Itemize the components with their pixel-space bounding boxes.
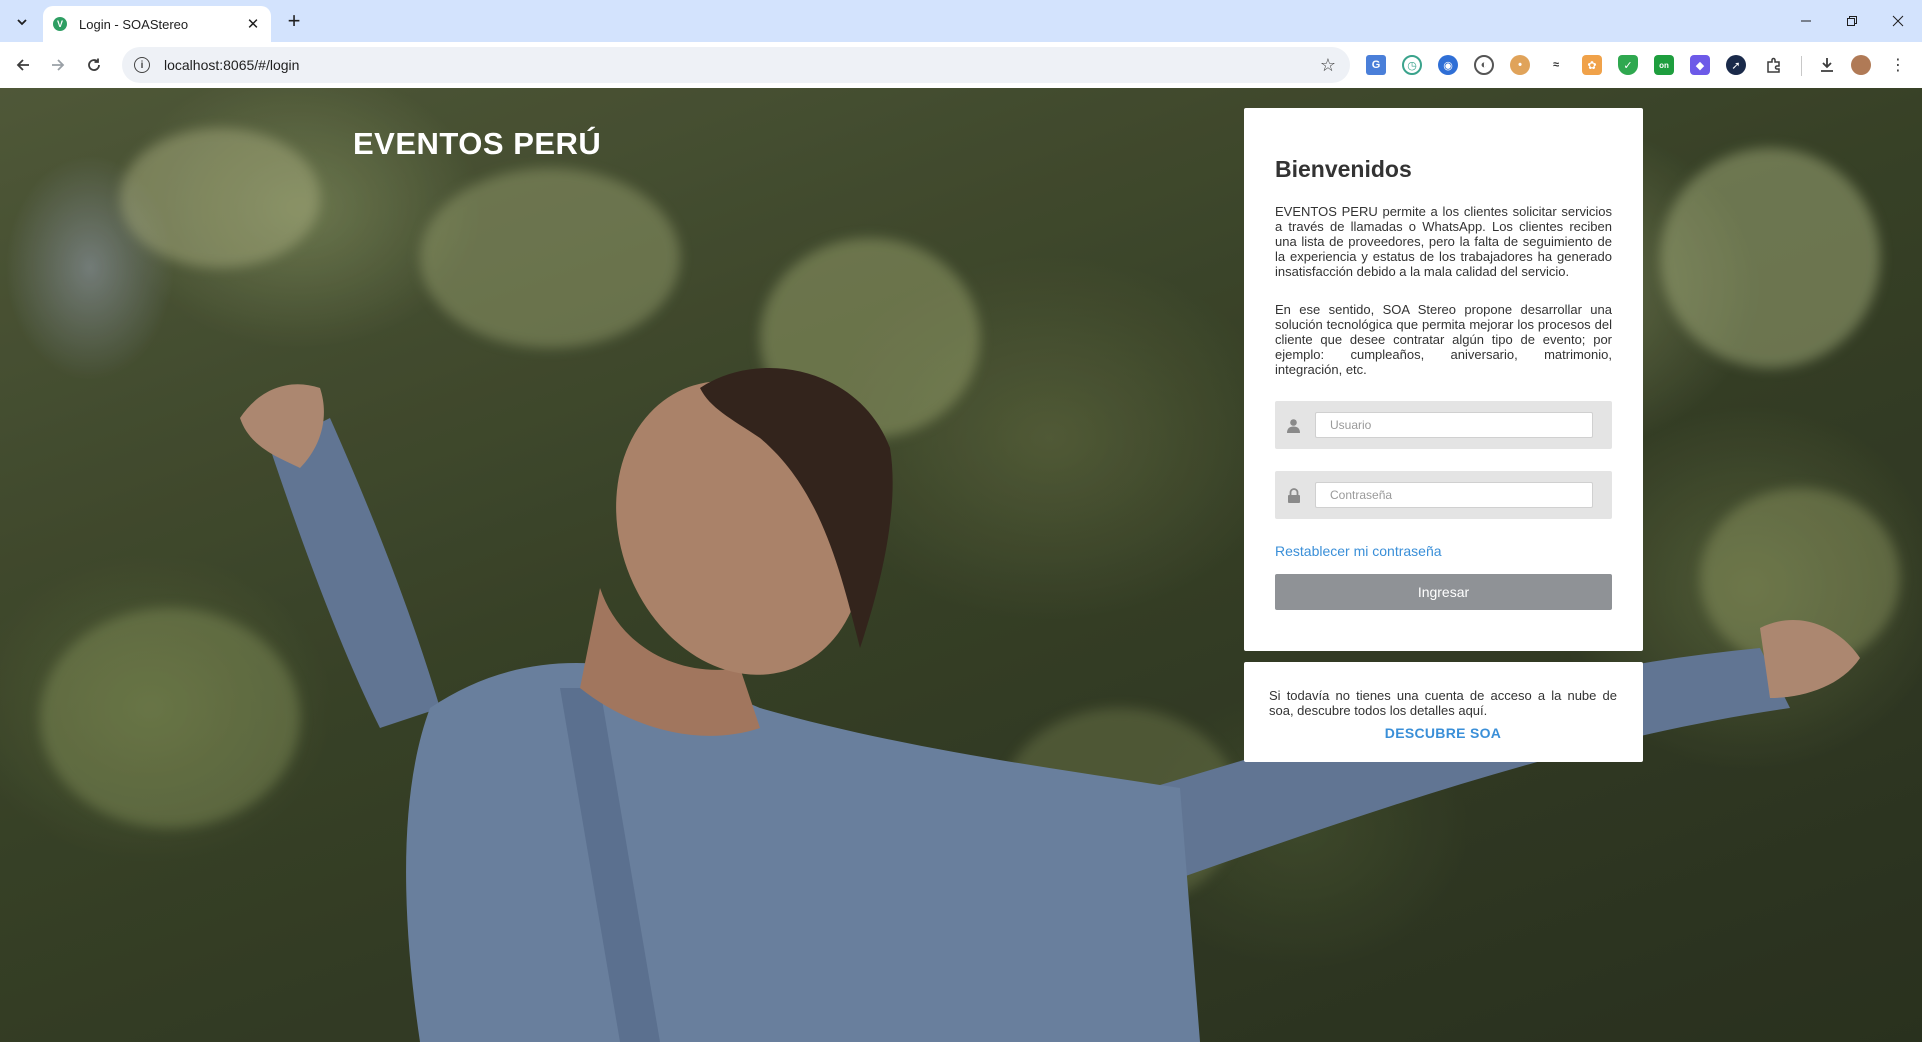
tab-close-icon[interactable]: ✕ [243,14,263,34]
chevron-down-icon [17,19,27,26]
close-window-button[interactable] [1875,0,1921,42]
signup-text: Si todavía no tienes una cuenta de acces… [1269,688,1617,718]
tab-title: Login - SOAStereo [79,16,189,32]
close-icon [1892,15,1904,27]
puzzle-icon[interactable] [1762,53,1786,77]
downloads-icon[interactable] [1815,53,1839,77]
login-card: Bienvenidos EVENTOS PERU permite a los c… [1244,108,1643,651]
welcome-heading: Bienvenidos [1275,156,1412,182]
browser-tabstrip: V Login - SOAStereo ✕ + [0,0,1922,42]
minimize-icon [1801,20,1811,22]
login-button[interactable]: Ingresar [1275,574,1612,610]
clock-icon[interactable]: ◷ [1402,55,1422,75]
signup-card: Si todavía no tienes una cuenta de acces… [1244,662,1643,762]
arrow-left-icon [16,59,29,71]
login-page: EVENTOS PERÚ Bienvenidos EVENTOS PERU pe… [0,88,1922,1042]
restore-icon [1847,16,1857,26]
shoe-icon[interactable]: ≈ [1546,55,1566,75]
brand-title: EVENTOS PERÚ [353,126,602,161]
proposal-paragraph: En ese sentido, SOA Stereo propone desar… [1275,302,1612,377]
password-input[interactable] [1315,482,1593,508]
kebab-menu-icon[interactable]: ⋮ [1886,53,1910,77]
forward-button[interactable] [44,51,72,79]
rocket-icon[interactable]: ➚ [1726,55,1746,75]
shield-icon[interactable]: ✓ [1618,55,1638,75]
lock-icon [1285,487,1302,504]
reload-icon [88,58,100,71]
url-text[interactable]: localhost:8065/#/login [164,57,1320,73]
discover-soa-link[interactable]: DESCUBRE SOA [1385,725,1501,741]
extensions-icon [1767,57,1780,73]
new-tab-button[interactable]: + [282,9,306,33]
translate-icon[interactable]: G [1366,55,1386,75]
avatar[interactable] [1851,55,1871,75]
user-icon [1285,417,1302,434]
back-button[interactable] [9,51,37,79]
diamond-icon[interactable]: ◆ [1690,55,1710,75]
tab-search-button[interactable] [8,8,36,36]
reload-button[interactable] [80,51,108,79]
cookie-icon[interactable]: • [1510,55,1530,75]
browser-tab-active[interactable]: V Login - SOAStereo ✕ [43,6,271,42]
intro-paragraph: EVENTOS PERU permite a los clientes soli… [1275,204,1612,279]
minimize-button[interactable] [1783,0,1829,42]
site-info-icon[interactable]: i [134,57,150,73]
toolbar-divider [1801,56,1802,76]
arrow-right-icon [52,59,65,71]
bookmark-star-icon[interactable]: ☆ [1320,55,1336,76]
address-bar[interactable]: i localhost:8065/#/login ☆ [122,47,1350,83]
password-field-group [1275,471,1612,519]
eye-icon[interactable]: ◉ [1438,55,1458,75]
browser-toolbar: i localhost:8065/#/login ☆ G ◷ ◉ ◐ • ≈ ✿… [0,42,1922,89]
username-input[interactable] [1315,412,1593,438]
download-icon [1821,58,1833,72]
username-field-group [1275,401,1612,449]
on-icon[interactable]: on [1654,55,1674,75]
reset-password-link[interactable]: Restablecer mi contraseña [1275,543,1612,559]
vue-icon: V [53,17,67,31]
restore-button[interactable] [1829,0,1875,42]
puzzle-fox-icon[interactable]: ✿ [1582,55,1602,75]
record-icon[interactable]: ◐ [1474,55,1494,75]
